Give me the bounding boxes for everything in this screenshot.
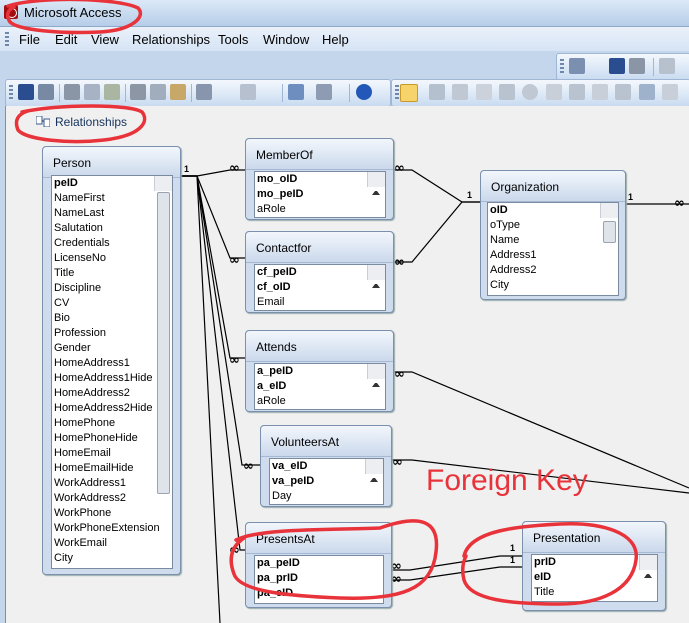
annotation-circle-presentation [460,522,638,606]
annotation-circle-title [5,0,142,35]
annotation-circle-relationships [14,104,147,144]
annotation-circle-presentsat [229,519,439,600]
annotation-layer: Foreign Key [5,0,638,606]
foreign-key-annotation: Foreign Key [426,464,588,497]
